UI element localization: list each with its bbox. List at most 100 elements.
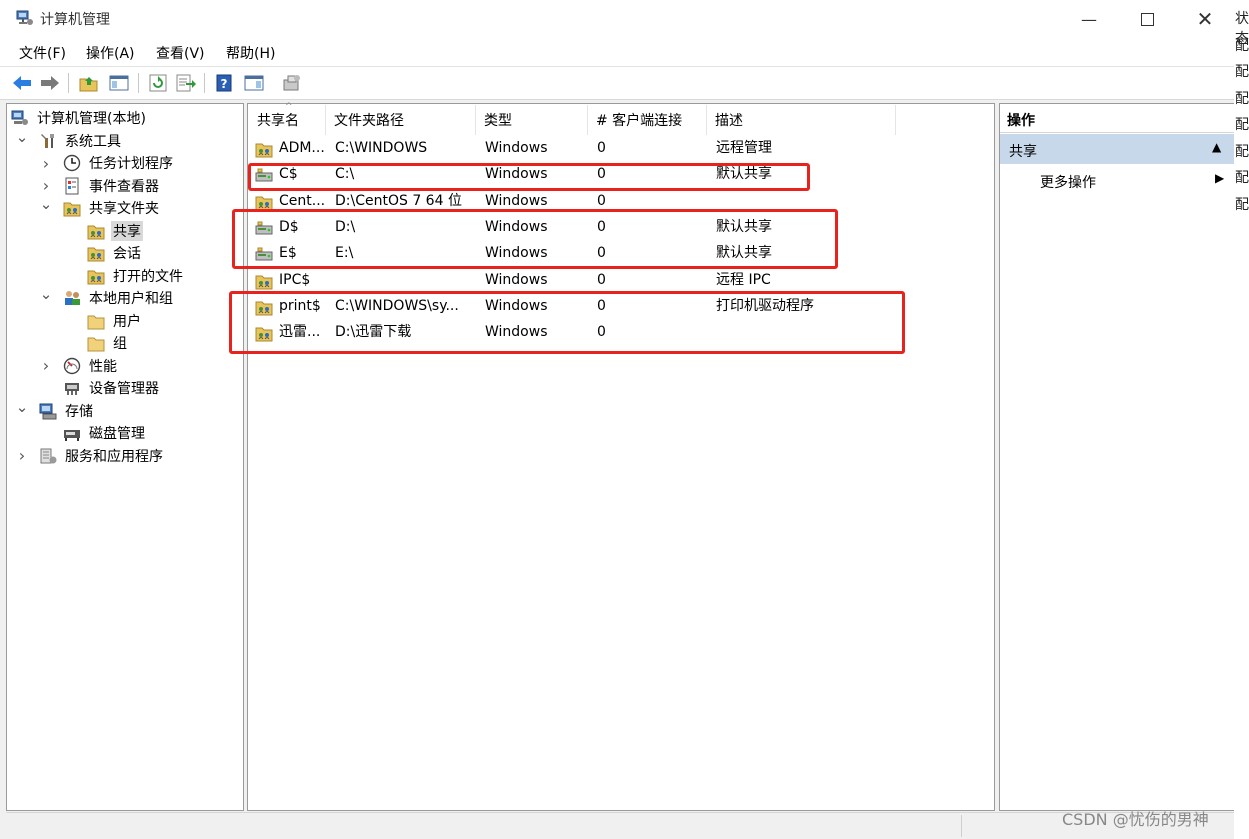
forward-arrow-icon <box>41 76 59 90</box>
tree-item-3[interactable]: › 事件查看器 <box>39 175 161 197</box>
column-header-client-connections[interactable]: # 客户端连接 <box>588 105 707 135</box>
cell-path <box>335 267 481 293</box>
menu-help[interactable]: 帮助(H) <box>226 43 275 63</box>
column-header-folder-path[interactable]: 文件夹路径 <box>326 105 476 135</box>
table-row[interactable]: IPC$ Windows 0 远程 IPC <box>249 267 993 293</box>
expand-down-icon[interactable]: ⌄ <box>15 128 29 146</box>
show-hide-action-pane-button[interactable] <box>243 72 265 94</box>
table-row[interactable]: C$ C:\ Windows 0 默认共享 <box>249 161 993 187</box>
column-header-description[interactable]: 描述 <box>707 105 896 135</box>
table-row[interactable]: Cent... D:\CentOS 7 64 位 Windows 0 <box>249 188 993 214</box>
up-level-button[interactable] <box>78 72 100 94</box>
cell-desc: 默认共享 <box>716 166 772 183</box>
cell-clients: 0 <box>597 192 606 209</box>
tree-item-12[interactable]: 设备管理器 <box>39 377 161 399</box>
tree-item-label: 磁盘管理 <box>89 426 145 442</box>
tree-item-0[interactable]: 计算机管理(本地) <box>11 107 148 129</box>
tree-item-label: 系统工具 <box>65 133 121 150</box>
tree-item-8[interactable]: ⌄ 本地用户和组 <box>39 285 175 309</box>
share-icon <box>255 140 273 158</box>
show-hide-tree-button[interactable] <box>108 72 130 94</box>
shared-folders-icon <box>63 199 81 217</box>
more-actions-item[interactable]: 更多操作 ▶ <box>1000 166 1234 194</box>
tree-item-label: 共享 <box>111 220 143 241</box>
tree-item-label: 打开的文件 <box>113 268 183 285</box>
refresh-button[interactable] <box>147 72 169 94</box>
status-bar <box>6 812 1234 839</box>
tree-item-13[interactable]: ⌄ 存储 <box>15 398 95 422</box>
help-button[interactable]: ? <box>213 72 235 94</box>
cell-desc: 默认共享 <box>716 218 772 235</box>
actions-section-shares[interactable]: 共享 ▲ <box>1000 134 1234 164</box>
expand-down-icon[interactable]: ⌄ <box>39 195 53 213</box>
tree-item-label: 会话 <box>113 246 141 262</box>
tree-item-15[interactable]: › 服务和应用程序 <box>15 445 165 467</box>
menu-action[interactable]: 操作(A) <box>86 43 135 63</box>
close-button[interactable]: ✕ <box>1182 0 1228 38</box>
table-row[interactable]: ADM... C:\WINDOWS Windows 0 远程管理 <box>249 135 993 161</box>
services-apps-icon <box>39 447 57 465</box>
minimize-button[interactable]: — <box>1066 0 1112 38</box>
tree-item-10[interactable]: 组 <box>63 332 129 354</box>
menu-view[interactable]: 查看(V) <box>156 43 205 63</box>
tree-item-4[interactable]: ⌄ 共享文件夹 <box>39 195 161 219</box>
cell-type: Windows <box>485 271 548 288</box>
cell-desc: 远程 IPC <box>716 271 771 288</box>
tree-item-label: 用户 <box>113 313 141 330</box>
cell-path: E:\ <box>335 245 354 262</box>
expand-right-icon[interactable]: › <box>15 446 29 465</box>
table-row[interactable]: D$ D:\ Windows 0 默认共享 <box>249 214 993 240</box>
cell-clients: 0 <box>597 140 606 156</box>
share-icon <box>255 193 273 211</box>
shares-icon <box>87 222 105 240</box>
cell-type: Windows <box>485 192 548 209</box>
column-header-share-name[interactable]: 共享名 ^ <box>249 102 326 135</box>
cell-desc <box>716 319 896 345</box>
back-button[interactable] <box>11 72 33 94</box>
tree-item-14[interactable]: 磁盘管理 <box>39 422 147 444</box>
computer-management-app-icon <box>16 9 34 27</box>
tree-item-1[interactable]: ⌄ 系统工具 <box>15 128 123 152</box>
new-share-button[interactable] <box>281 72 303 94</box>
local-users-groups-icon <box>63 289 81 307</box>
export-list-button[interactable] <box>175 72 197 94</box>
share-icon <box>255 324 273 342</box>
menu-bar: 文件(F) 操作(A) 查看(V) 帮助(H) <box>0 38 1234 66</box>
menu-file[interactable]: 文件(F) <box>19 43 66 63</box>
tree-item-5[interactable]: 共享 <box>63 220 143 242</box>
shares-list: 共享名 ^ 文件夹路径 类型 # 客户端连接 描述 ADM... C:\WINDO… <box>247 102 995 811</box>
actions-header: 操作 <box>1000 104 1234 133</box>
cell-clients: 0 <box>597 271 606 288</box>
tree-item-2[interactable]: › 任务计划程序 <box>39 152 175 174</box>
cell-path: D:\迅雷下载 <box>335 324 412 341</box>
cell-path: C:\WINDOWS <box>335 140 428 156</box>
folder-up-icon <box>79 77 98 92</box>
cell-path: D:\CentOS 7 64 位 <box>335 192 462 209</box>
column-header-type[interactable]: 类型 <box>476 105 588 135</box>
tree-item-9[interactable]: 用户 <box>63 310 143 332</box>
expand-down-icon[interactable]: ⌄ <box>15 398 29 416</box>
collapse-up-icon: ▲ <box>1212 140 1222 154</box>
forward-button[interactable] <box>39 72 61 94</box>
toolbar: ? <box>0 66 1234 100</box>
expand-right-icon[interactable]: › <box>39 176 53 195</box>
tree-item-7[interactable]: 打开的文件 <box>63 265 185 287</box>
table-row[interactable]: print$ C:\WINDOWS\sy... Windows 0 打印机驱动程序 <box>249 293 993 319</box>
table-row[interactable]: 迅雷... D:\迅雷下载 Windows 0 <box>249 319 993 345</box>
expand-down-icon[interactable]: ⌄ <box>39 285 53 303</box>
device-manager-icon <box>63 379 81 397</box>
help-icon: ? <box>216 74 232 92</box>
export-list-icon <box>176 74 196 92</box>
storage-icon <box>39 402 57 420</box>
tree-item-6[interactable]: 会话 <box>63 242 143 264</box>
tree-item-11[interactable]: › 性能 <box>39 355 119 377</box>
background-window-text: 配 <box>1235 196 1249 213</box>
expand-right-icon[interactable]: › <box>39 154 53 173</box>
table-row[interactable]: E$ E:\ Windows 0 默认共享 <box>249 240 993 266</box>
maximize-button[interactable] <box>1124 0 1170 38</box>
tree-item-label: 性能 <box>89 358 117 375</box>
cell-desc: 远程管理 <box>716 140 772 156</box>
expand-right-icon[interactable]: › <box>39 356 53 375</box>
groups-folder-icon <box>87 334 105 352</box>
background-window-text: 配 <box>1235 170 1249 186</box>
